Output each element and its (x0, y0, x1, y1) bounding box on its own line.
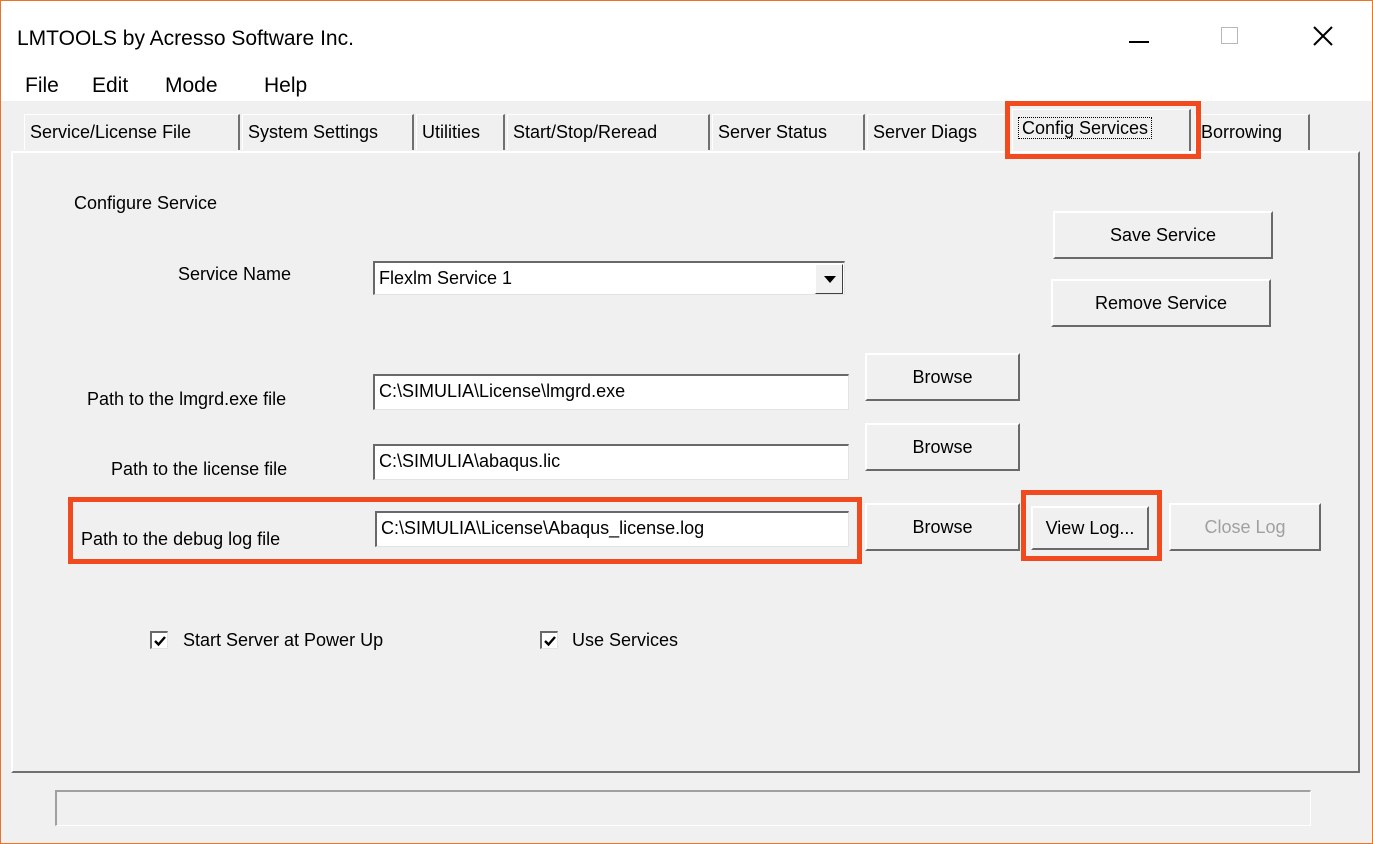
lmtools-window: LMTOOLS by Acresso Software Inc. File Ed… (0, 0, 1373, 844)
status-bar (55, 790, 1311, 826)
browse-debug-log-button[interactable]: Browse (865, 503, 1020, 551)
tab-server-diags[interactable]: Server Diags (867, 114, 1007, 150)
tab-config-services-label: Config Services (1018, 117, 1153, 139)
configure-service-heading: Configure Service (74, 193, 218, 213)
menu-edit[interactable]: Edit (92, 73, 128, 99)
menu-mode[interactable]: Mode (165, 73, 218, 99)
check-icon (154, 636, 166, 647)
tab-service-license-file[interactable]: Service/License File (24, 114, 240, 150)
start-server-checkbox[interactable] (150, 631, 168, 649)
tab-server-status[interactable]: Server Status (712, 114, 865, 150)
chevron-down-icon[interactable] (815, 264, 843, 294)
remove-service-button[interactable]: Remove Service (1051, 279, 1271, 327)
window-title: LMTOOLS by Acresso Software Inc. (17, 27, 354, 50)
start-server-label[interactable]: Start Server at Power Up (183, 629, 383, 651)
browse-lmgrd-button[interactable]: Browse (865, 353, 1020, 401)
menu-bar: File Edit Mode Help (1, 57, 1372, 101)
tab-borrowing[interactable]: Borrowing (1195, 114, 1310, 150)
use-services-checkbox[interactable] (540, 631, 558, 649)
title-bar[interactable]: LMTOOLS by Acresso Software Inc. (1, 1, 1372, 57)
save-service-button[interactable]: Save Service (1053, 211, 1273, 259)
service-name-value: Flexlm Service 1 (379, 268, 513, 288)
service-name-label: Service Name (178, 264, 292, 284)
service-name-dropdown[interactable]: Flexlm Service 1 (373, 261, 845, 295)
view-log-button[interactable]: View Log... (1031, 506, 1149, 550)
maximize-icon[interactable] (1209, 13, 1255, 53)
close-icon[interactable] (1301, 13, 1347, 53)
debug-log-path-label: Path to the debug log file (81, 529, 281, 549)
tab-utilities[interactable]: Utilities (416, 114, 505, 150)
license-path-label: Path to the license file (111, 459, 288, 479)
tab-start-stop-reread[interactable]: Start/Stop/Reread (507, 114, 710, 150)
tab-system-settings[interactable]: System Settings (242, 114, 414, 150)
minimize-icon[interactable] (1117, 13, 1163, 53)
use-services-label[interactable]: Use Services (572, 629, 678, 651)
browse-license-button[interactable]: Browse (865, 423, 1020, 471)
tab-config-services[interactable]: Config Services (1012, 109, 1191, 151)
menu-help[interactable]: Help (264, 73, 307, 99)
lmgrd-path-input[interactable]: C:\SIMULIA\License\lmgrd.exe (373, 374, 849, 410)
check-icon (544, 636, 556, 647)
license-path-input[interactable]: C:\SIMULIA\abaqus.lic (373, 444, 849, 480)
close-log-button[interactable]: Close Log (1169, 503, 1321, 551)
debug-log-path-input[interactable]: C:\SIMULIA\License\Abaqus_license.log (375, 511, 849, 547)
lmgrd-path-label: Path to the lmgrd.exe file (87, 389, 287, 409)
config-services-panel: Configure Service Service Name Flexlm Se… (11, 151, 1360, 773)
menu-file[interactable]: File (25, 73, 59, 99)
